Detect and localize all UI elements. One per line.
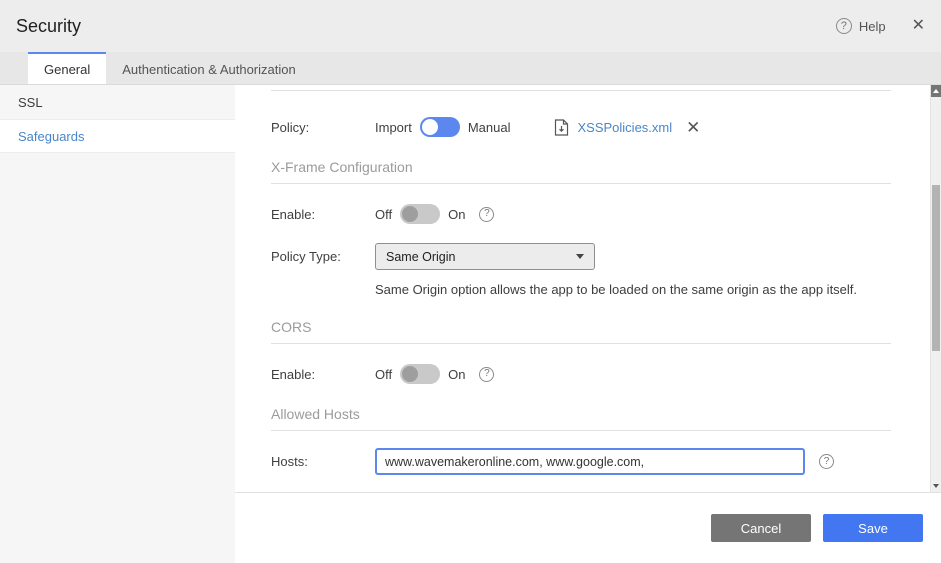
policy-type-help-text: Same Origin option allows the app to be …	[375, 282, 858, 297]
toggle-knob	[402, 366, 419, 382]
close-icon[interactable]: ✕	[912, 18, 925, 34]
xss-policies-file-link[interactable]: XSSPolicies.xml	[577, 120, 672, 135]
hosts-help-icon[interactable]: ?	[819, 454, 834, 469]
help-icon[interactable]: ?	[835, 18, 852, 34]
save-button[interactable]: Save	[823, 514, 923, 542]
toggle-knob	[421, 119, 438, 135]
sidebar-item-ssl[interactable]: SSL	[0, 85, 235, 119]
content-scrollbar[interactable]	[930, 85, 941, 492]
main-area: SSL Safeguards Policy: Import Manual XSS…	[0, 85, 941, 563]
xframe-enable-help-icon[interactable]: ?	[479, 206, 495, 222]
policy-row: Policy: Import Manual XSSPolicies.xml ✕	[271, 117, 891, 137]
cors-section-divider	[271, 343, 891, 344]
cors-enable-help-icon[interactable]: ?	[479, 366, 495, 382]
cors-on-label: On	[448, 366, 466, 382]
xframe-off-label: Off	[375, 206, 393, 222]
xframe-section-heading: X-Frame Configuration	[271, 159, 413, 175]
hosts-row: Hosts: ?	[271, 448, 891, 475]
scrollbar-down-icon[interactable]	[931, 480, 941, 492]
policy-type-label: Policy Type:	[271, 249, 341, 264]
clipped-section-divider	[271, 90, 891, 91]
header-actions: ? Help ✕	[835, 18, 925, 34]
hosts-input[interactable]	[375, 448, 805, 475]
xframe-on-label: On	[448, 206, 466, 222]
xml-file-icon	[555, 118, 569, 136]
remove-file-icon[interactable]: ✕	[686, 119, 700, 136]
chevron-down-icon	[576, 254, 584, 259]
policy-manual-label: Manual	[467, 119, 511, 135]
xframe-enable-label: Enable:	[271, 206, 316, 222]
policy-label: Policy:	[271, 119, 310, 135]
allowed-hosts-section-heading: Allowed Hosts	[271, 406, 360, 422]
dialog-header: Security ? Help ✕	[0, 0, 941, 52]
help-label[interactable]: Help	[859, 19, 886, 34]
cors-enable-row: Enable: Off On ?	[271, 364, 891, 384]
tab-general[interactable]: General	[28, 52, 107, 84]
scrollbar-up-icon[interactable]	[931, 85, 941, 97]
scrollbar-thumb[interactable]	[932, 185, 940, 351]
cancel-button[interactable]: Cancel	[711, 514, 811, 542]
security-dialog: Security ? Help ✕ General Authentication…	[0, 0, 941, 563]
dialog-footer: Cancel Save	[235, 492, 941, 563]
page-title: Security	[16, 15, 82, 36]
tab-authentication-authorization[interactable]: Authentication & Authorization	[106, 52, 311, 84]
policy-type-select[interactable]: Same Origin	[375, 243, 595, 270]
content-scroll-wrap: Policy: Import Manual XSSPolicies.xml ✕	[235, 85, 941, 492]
hosts-label: Hosts:	[271, 454, 308, 469]
policy-import-manual-toggle[interactable]	[419, 117, 460, 137]
xframe-enable-row: Enable: Off On ?	[271, 204, 891, 224]
cors-section-heading: CORS	[271, 319, 312, 335]
cors-off-label: Off	[375, 366, 393, 382]
cors-enable-toggle[interactable]	[400, 364, 441, 384]
xframe-enable-toggle[interactable]	[400, 204, 441, 224]
policy-type-row: Policy Type: Same Origin	[271, 243, 891, 270]
policy-file-chip: XSSPolicies.xml ✕	[554, 119, 700, 136]
toggle-knob	[402, 206, 419, 222]
sidebar: SSL Safeguards	[0, 85, 235, 563]
allowed-hosts-section-divider	[271, 430, 891, 431]
policy-type-selected-value: Same Origin	[386, 249, 456, 264]
policy-import-label: Import	[375, 119, 412, 135]
content-panel: Policy: Import Manual XSSPolicies.xml ✕	[235, 85, 941, 563]
cors-enable-label: Enable:	[271, 366, 316, 382]
content-scroll: Policy: Import Manual XSSPolicies.xml ✕	[235, 85, 930, 492]
tab-bar: General Authentication & Authorization	[0, 52, 941, 85]
sidebar-item-safeguards[interactable]: Safeguards	[0, 119, 235, 153]
xframe-section-divider	[271, 183, 891, 184]
